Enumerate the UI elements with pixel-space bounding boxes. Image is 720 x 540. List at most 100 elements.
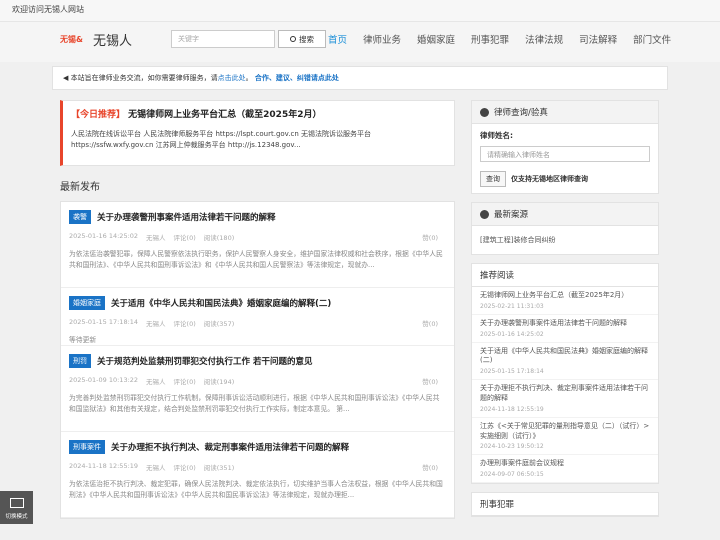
post-item: 刑事案件 关于办理拒不执行判决、裁定刑事案件适用法律若干问题的解释 2024-1… bbox=[61, 432, 454, 518]
recommend-item[interactable]: 无锡律师网上业务平台汇总（截至2025年2月） 2025-02-21 11:31… bbox=[472, 287, 658, 315]
post-author: 无锡人 bbox=[146, 378, 166, 386]
post-list: 袭警 关于办理袭警刑事案件适用法律若干问题的解释 2025-01-16 14:2… bbox=[60, 201, 455, 519]
recommend-item-date: 2024-09-07 06:50:15 bbox=[480, 471, 544, 479]
recommend-item-title[interactable]: 关于办理拒不执行判决、裁定刑事案件适用法律若干问题的解释 bbox=[480, 384, 650, 404]
post-excerpt: 为依法惩治拒不执行判决、裁定犯罪，确保人民法院判决、裁定依法执行，切实维护当事人… bbox=[69, 480, 443, 499]
post-title[interactable]: 关于办理拒不执行判决、裁定刑事案件适用法律若干问题的解释 bbox=[111, 441, 349, 453]
nav-home[interactable]: 首页 bbox=[328, 32, 347, 46]
lawyer-query-header: 律师查询/验真 bbox=[472, 101, 658, 124]
lawyer-name-input[interactable]: 请精确输入律师姓名 bbox=[480, 146, 650, 162]
recommend-item[interactable]: 办理刑事案件庭前会议规程 2024-09-07 06:50:15 bbox=[472, 455, 658, 484]
search-button[interactable]: 搜索 bbox=[278, 30, 326, 48]
lawyer-query-note: 仅支持无锡地区律师查询 bbox=[511, 175, 588, 183]
nav-marriage-family[interactable]: 婚姻家庭 bbox=[417, 32, 455, 46]
site-name: 无锡人 bbox=[92, 34, 132, 49]
post-views: 阅读(180) bbox=[203, 234, 235, 242]
post-comments[interactable]: 评论(0) bbox=[174, 318, 196, 328]
notice-link-service[interactable]: 点击此处 bbox=[218, 74, 246, 82]
post-meta: 2024-11-18 12:55:19 无锡人 评论(0) 阅读(351) 赞(… bbox=[69, 462, 446, 472]
welcome-text: 欢迎访问无锡人网站 bbox=[12, 5, 84, 14]
post-excerpt: 为完善判处监禁刑罚罪犯交付执行工作机制，保障刑事诉讼活动顺利进行，根据《中华人民… bbox=[69, 394, 440, 413]
recommend-item-date: 2024-10-23 19:50:12 bbox=[480, 443, 544, 451]
post-item: 婚姻家庭 关于适用《中华人民共和国民法典》婚姻家庭编的解释(二) 2025-01… bbox=[61, 288, 454, 346]
recommend-item[interactable]: 关于办理袭警刑事案件适用法律若干问题的解释 2025-01-16 14:25:0… bbox=[472, 315, 658, 343]
post-views: 阅读(357) bbox=[203, 320, 235, 328]
post-views: 阅读(194) bbox=[203, 378, 235, 386]
lawyer-name-label: 律师姓名: bbox=[480, 131, 513, 140]
lawyer-query-box: 律师查询/验真 律师姓名: 请精确输入律师姓名 查询 仅支持无锡地区律师查询 bbox=[471, 100, 659, 194]
recommend-item[interactable]: 关于适用《中华人民共和国民法典》婚姻家庭编的解释(二) 2025-01-15 1… bbox=[472, 343, 658, 381]
post-like[interactable]: 赞(0) bbox=[422, 462, 438, 472]
switch-mode-button[interactable]: 切换模式 bbox=[0, 491, 33, 524]
post-comments[interactable]: 评论(0) bbox=[174, 376, 196, 386]
recommend-item-date: 2025-01-16 14:25:02 bbox=[480, 330, 544, 338]
user-icon bbox=[480, 107, 489, 117]
recommend-item-title[interactable]: 关于办理袭警刑事案件适用法律若干问题的解释 bbox=[480, 319, 650, 329]
recommend-title: 推荐阅读 bbox=[472, 264, 658, 287]
post-date: 2024-11-18 12:55:19 bbox=[69, 462, 139, 470]
recommend-item[interactable]: 江苏《<关于常见犯罪的量刑指导意见（二）（试行）>实施细则（试行）》 2024-… bbox=[472, 418, 658, 456]
nav-department-docs[interactable]: 部门文件 bbox=[633, 32, 671, 46]
latest-cases-title: 最新案源 bbox=[494, 210, 529, 220]
crime-box: 刑事犯罪 bbox=[471, 492, 659, 518]
monitor-icon bbox=[9, 498, 24, 508]
post-category[interactable]: 婚姻家庭 bbox=[69, 296, 105, 310]
notice-link-feedback[interactable]: 合作、建议、纠错请点此处 bbox=[255, 74, 339, 82]
post-title[interactable]: 关于办理袭警刑事案件适用法律若干问题的解释 bbox=[97, 211, 276, 223]
post-title[interactable]: 关于适用《中华人民共和国民法典》婚姻家庭编的解释(二) bbox=[111, 297, 331, 309]
post-item: 袭警 关于办理袭警刑事案件适用法律若干问题的解释 2025-01-16 14:2… bbox=[61, 202, 454, 288]
post-category[interactable]: 袭警 bbox=[69, 210, 91, 224]
lawyer-query-button[interactable]: 查询 bbox=[480, 171, 506, 187]
switch-mode-label: 切换模式 bbox=[5, 514, 28, 520]
notice-text: 本站旨在律师业务交流，如你需要律师服务，请 bbox=[70, 74, 218, 82]
post-comments[interactable]: 评论(0) bbox=[174, 462, 196, 472]
recommend-item-title[interactable]: 江苏《<关于常见犯罪的量刑指导意见（二）（试行）>实施细则（试行）》 bbox=[480, 422, 650, 442]
post-date: 2025-01-09 10:13:22 bbox=[69, 376, 139, 384]
post-category[interactable]: 刑事案件 bbox=[69, 440, 105, 454]
notice-separator: 。 bbox=[245, 74, 253, 82]
nav-judicial-interpretation[interactable]: 司法解释 bbox=[579, 32, 617, 46]
post-like[interactable]: 赞(0) bbox=[422, 376, 438, 386]
recommend-item[interactable]: 关于办理拒不执行判决、裁定刑事案件适用法律若干问题的解释 2024-11-18 … bbox=[472, 380, 658, 418]
nav-lawyer-business[interactable]: 律师业务 bbox=[363, 32, 401, 46]
crime-box-title: 刑事犯罪 bbox=[472, 493, 658, 517]
post-like[interactable]: 赞(0) bbox=[422, 318, 438, 328]
site-logo[interactable]: 无锡& 无锡人 bbox=[60, 30, 132, 49]
post-meta: 2025-01-15 17:18:14 无锡人 评论(0) 阅读(357) 赞(… bbox=[69, 318, 446, 328]
featured-title[interactable]: 【今日推荐】 无锡律师网上业务平台汇总（截至2025年2月） bbox=[71, 107, 446, 120]
post-author: 无锡人 bbox=[146, 464, 166, 472]
featured-article[interactable]: 【今日推荐】 无锡律师网上业务平台汇总（截至2025年2月） 人民法院在线诉讼平… bbox=[60, 100, 455, 166]
header: 无锡& 无锡人 关键字 搜索 首页 律师业务 婚姻家庭 刑事犯罪 法律法规 司法… bbox=[0, 22, 720, 62]
post-date: 2025-01-15 17:18:14 bbox=[69, 318, 139, 326]
post-comments[interactable]: 评论(0) bbox=[174, 232, 196, 242]
logo-mark: 无锡& bbox=[60, 35, 83, 44]
notice-bar: ◀ 本站旨在律师业务交流，如你需要律师服务，请点击此处。 合作、建议、纠错请点此… bbox=[52, 66, 668, 90]
post-date: 2025-01-16 14:25:02 bbox=[69, 232, 139, 240]
recommend-item-date: 2025-02-21 11:31:03 bbox=[480, 302, 544, 310]
sidebar: 律师查询/验真 律师姓名: 请精确输入律师姓名 查询 仅支持无锡地区律师查询 最… bbox=[471, 100, 659, 525]
post-item: 刑罚 关于规范判处监禁刑罚罪犯交付执行工作 若干问题的意见 2025-01-09… bbox=[61, 346, 454, 432]
info-icon bbox=[480, 209, 489, 219]
post-title[interactable]: 关于规范判处监禁刑罚罪犯交付执行工作 若干问题的意见 bbox=[97, 355, 312, 367]
post-category[interactable]: 刑罚 bbox=[69, 354, 91, 368]
post-excerpt: 等待更新 bbox=[69, 336, 97, 344]
featured-title-text: 无锡律师网上业务平台汇总（截至2025年2月） bbox=[128, 110, 322, 120]
recommend-box: 推荐阅读 无锡律师网上业务平台汇总（截至2025年2月） 2025-02-21 … bbox=[471, 263, 659, 485]
recommend-item-title[interactable]: 办理刑事案件庭前会议规程 bbox=[480, 459, 650, 469]
recommend-item-date: 2024-11-18 12:55:19 bbox=[480, 405, 544, 413]
post-author: 无锡人 bbox=[146, 320, 166, 328]
recommend-item-title[interactable]: 关于适用《中华人民共和国民法典》婚姻家庭编的解释(二) bbox=[480, 347, 650, 367]
recommend-item-title[interactable]: 无锡律师网上业务平台汇总（截至2025年2月） bbox=[480, 291, 650, 301]
case-item[interactable]: [建筑工程]装修合同纠纷 bbox=[480, 232, 650, 248]
featured-tag: 【今日推荐】 bbox=[71, 110, 126, 120]
recommend-item-date: 2025-01-15 17:18:14 bbox=[480, 368, 544, 376]
nav-laws[interactable]: 法律法规 bbox=[525, 32, 563, 46]
search-input[interactable]: 关键字 bbox=[171, 30, 275, 48]
nav-criminal[interactable]: 刑事犯罪 bbox=[471, 32, 509, 46]
post-views: 阅读(351) bbox=[203, 464, 235, 472]
volume-icon: ◀ bbox=[63, 74, 69, 82]
post-meta: 2025-01-09 10:13:22 无锡人 评论(0) 阅读(194) 赞(… bbox=[69, 376, 446, 386]
post-excerpt: 为依法惩治袭警犯罪，保障人民警察依法执行职务，保护人民警察人身安全，维护国家法律… bbox=[69, 250, 443, 269]
post-like[interactable]: 赞(0) bbox=[422, 232, 438, 242]
search-button-label: 搜索 bbox=[299, 34, 314, 44]
